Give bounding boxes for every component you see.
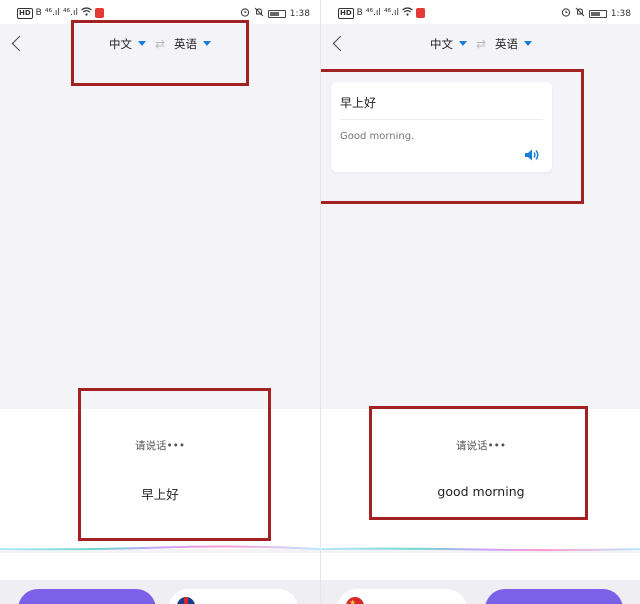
status-left: HD B ⁴⁶.ıl ⁴⁶.ıl (17, 7, 105, 19)
source-language-dropdown[interactable]: 中文 (109, 36, 146, 52)
status-bar: HD B ⁴⁶.ıl ⁴⁶.ıl 1:38 (0, 0, 320, 24)
nav-bar: 中文 ⇄ 英语 (0, 24, 320, 66)
clock: 1:38 (289, 8, 310, 19)
source-language-dropdown[interactable]: 中文 (430, 36, 467, 52)
screen-right: HD B ⁴⁶.ıl ⁴⁶.ıl 1:38 中文 ⇄ 英语 早上好 Good m… (320, 0, 640, 604)
status-left: HD B ⁴⁶.ıl ⁴⁶.ıl (338, 7, 426, 19)
voice-wave (321, 547, 640, 552)
speak-english-button[interactable] (168, 589, 298, 604)
hd-badge: HD (338, 7, 354, 19)
signal-icon: ⁴⁶.ıl (44, 8, 60, 18)
clock: 1:38 (610, 8, 631, 19)
bottom-area (0, 553, 320, 604)
recognized-text: 早上好 (141, 487, 179, 502)
speak-chinese-button[interactable] (18, 589, 156, 604)
target-language-dropdown[interactable]: 英语 (174, 36, 212, 52)
swap-icon[interactable]: ⇄ (155, 37, 165, 51)
speak-prompt: 请说话••• (455, 440, 507, 452)
bluetooth-label: B (35, 8, 42, 18)
source-text: 早上好 (340, 96, 377, 110)
status-bar: HD B ⁴⁶.ıl ⁴⁶.ıl 1:38 (321, 0, 640, 24)
nav-bar: 中文 ⇄ 英语 (321, 24, 640, 66)
alarm-icon (561, 7, 571, 20)
uk-flag-icon (177, 597, 195, 604)
battery-icon (267, 9, 286, 18)
wifi-icon (81, 7, 92, 19)
signal-icon: ⁴⁶.ıl (365, 8, 381, 18)
alarm-icon (240, 7, 250, 20)
mute-icon (575, 7, 585, 20)
battery-icon (588, 9, 607, 18)
chevron-down-icon (524, 41, 533, 46)
source-language-label: 中文 (108, 37, 132, 51)
chevron-down-icon (137, 41, 146, 46)
mic-icon (416, 8, 426, 18)
status-right: 1:38 (240, 7, 310, 20)
bottom-area (321, 553, 640, 604)
language-switcher: 中文 ⇄ 英语 (0, 36, 320, 52)
voice-wave (0, 545, 320, 551)
target-language-dropdown[interactable]: 英语 (495, 36, 533, 52)
target-language-label: 英语 (495, 37, 519, 51)
card-divider (340, 119, 543, 120)
translation-card: 早上好 Good morning. (331, 82, 552, 172)
target-language-label: 英语 (174, 37, 198, 51)
speaker-icon[interactable] (524, 148, 540, 162)
chevron-down-icon (203, 41, 212, 46)
speech-panel: 请说话••• 早上好 (0, 409, 320, 549)
language-switcher: 中文 ⇄ 英语 (321, 36, 640, 52)
speak-english-button[interactable] (485, 589, 623, 604)
screen-left: HD B ⁴⁶.ıl ⁴⁶.ıl 1:38 中文 ⇄ 英语 请说话••• 早上好 (0, 0, 320, 604)
status-right: 1:38 (561, 7, 631, 20)
hd-badge: HD (17, 7, 33, 19)
speak-chinese-button[interactable] (337, 589, 467, 604)
translated-text: Good morning. (340, 131, 415, 142)
mic-icon (95, 8, 105, 18)
china-flag-icon (346, 597, 364, 604)
chevron-down-icon (458, 41, 467, 46)
speak-prompt: 请说话••• (134, 440, 186, 452)
speech-panel: 请说话••• good morning (321, 409, 640, 549)
signal-icon: ⁴⁶.ıl (383, 8, 400, 18)
wifi-icon (402, 7, 413, 19)
signal-icon: ⁴⁶.ıl (62, 8, 79, 18)
mute-icon (254, 7, 264, 20)
recognized-text: good morning (437, 484, 525, 499)
source-language-label: 中文 (429, 37, 453, 51)
swap-icon[interactable]: ⇄ (476, 37, 486, 51)
bluetooth-label: B (356, 8, 363, 18)
